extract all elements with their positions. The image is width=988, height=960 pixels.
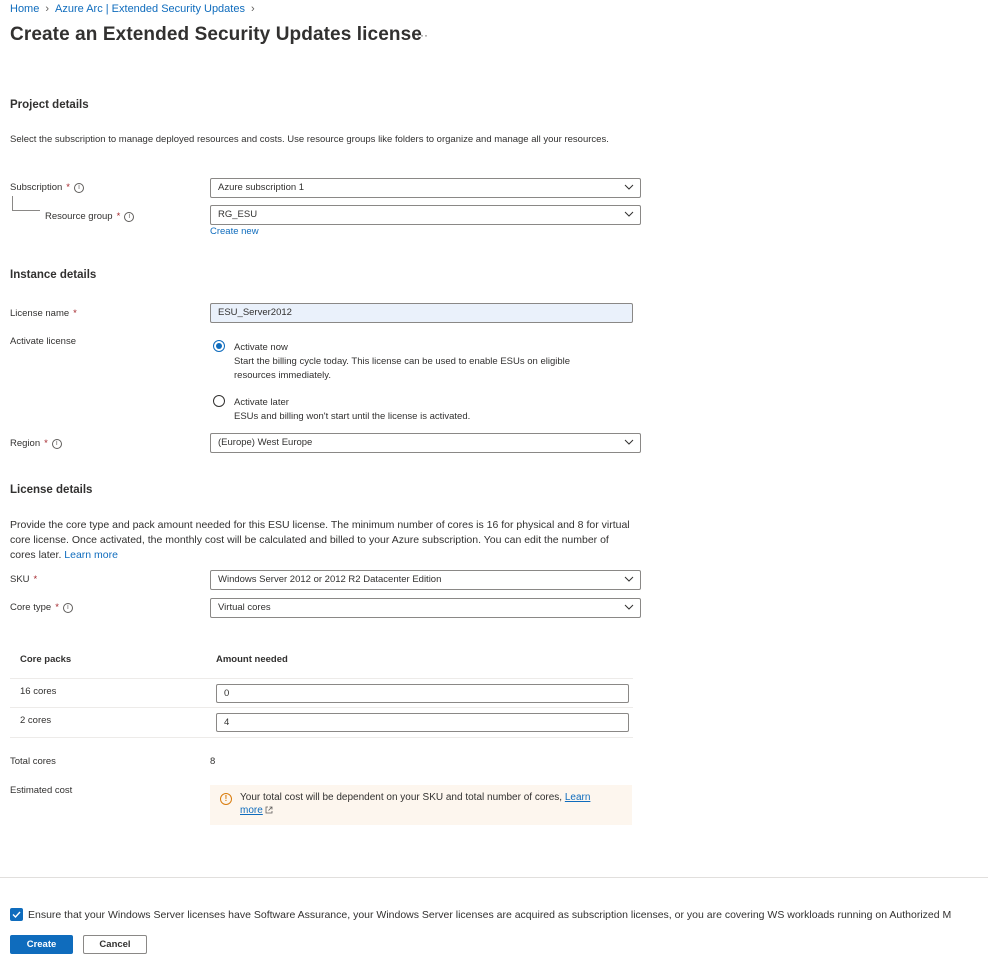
amount-input-2-cores[interactable]: 4 — [216, 713, 629, 732]
breadcrumb-parent-link[interactable]: Azure Arc | Extended Security Updates — [55, 3, 245, 15]
resource-group-label-text: Resource group — [45, 211, 113, 222]
required-marker: * — [33, 574, 38, 585]
create-new-link[interactable]: Create new — [210, 226, 259, 237]
core-type-value: Virtual cores — [218, 602, 271, 613]
project-details-heading: Project details — [10, 99, 89, 111]
chevron-right-icon: › — [250, 3, 255, 15]
chevron-right-icon: › — [45, 3, 50, 15]
core-pack-name: 16 cores — [20, 686, 57, 697]
info-icon[interactable]: i — [124, 211, 135, 222]
license-name-label-text: License name — [10, 308, 70, 319]
learn-more-link[interactable]: Learn more — [64, 549, 118, 561]
column-header-core-packs: Core packs — [20, 654, 72, 665]
required-marker: * — [44, 438, 48, 449]
warning-icon: ! — [220, 793, 232, 805]
chevron-down-icon — [624, 576, 634, 582]
total-cores-value: 8 — [210, 756, 216, 767]
estimated-cost-note: ! Your total cost will be dependent on y… — [210, 785, 632, 825]
project-details-description: Select the subscription to manage deploy… — [10, 134, 609, 145]
instance-details-heading: Instance details — [10, 269, 97, 281]
table-header-row: Core packs Amount needed — [10, 641, 633, 679]
core-type-label-text: Core type — [10, 602, 52, 613]
license-details-description: Provide the core type and pack amount ne… — [10, 518, 635, 563]
license-details-heading: License details — [10, 484, 93, 496]
estimated-cost-text: Your total cost will be dependent on you… — [240, 792, 563, 803]
activate-later-title: Activate later — [234, 397, 289, 408]
license-name-label: License name * — [10, 308, 77, 319]
info-icon[interactable]: i — [51, 438, 62, 449]
license-name-input[interactable]: ESU_Server2012 — [210, 303, 633, 323]
resource-group-dropdown[interactable]: RG_ESU — [210, 205, 641, 225]
software-assurance-label: Ensure that your Windows Server licenses… — [28, 909, 952, 921]
subscription-label-text: Subscription — [10, 182, 63, 193]
core-type-dropdown[interactable]: Virtual cores — [210, 598, 641, 618]
sku-label: SKU * — [10, 574, 37, 585]
activate-now-description: Start the billing cycle today. This lice… — [234, 356, 571, 381]
required-marker: * — [116, 211, 121, 222]
more-options-button[interactable]: ··· — [416, 28, 428, 42]
breadcrumb-home-link[interactable]: Home — [10, 3, 39, 15]
activate-later-radio[interactable] — [213, 395, 225, 407]
page-title: Create an Extended Security Updates lice… — [10, 24, 422, 45]
region-label-text: Region — [10, 438, 41, 449]
sku-value: Windows Server 2012 or 2012 R2 Datacente… — [218, 574, 442, 585]
core-type-label: Core type * i — [10, 602, 73, 613]
chevron-down-icon — [624, 211, 634, 217]
activate-now-radio[interactable] — [213, 340, 225, 352]
chevron-down-icon — [624, 184, 634, 190]
chevron-down-icon — [624, 439, 634, 445]
activate-license-label: Activate license — [10, 336, 77, 347]
external-link-icon — [265, 806, 273, 814]
region-label: Region * i — [10, 438, 62, 449]
resource-group-label: Resource group * i — [45, 211, 135, 222]
sku-dropdown[interactable]: Windows Server 2012 or 2012 R2 Datacente… — [210, 570, 641, 590]
activate-now-title: Activate now — [234, 342, 288, 353]
tree-connector — [12, 196, 40, 211]
info-icon[interactable]: i — [62, 602, 73, 613]
estimated-cost-message: Your total cost will be dependent on you… — [240, 791, 600, 817]
activate-later-description: ESUs and billing won't start until the l… — [234, 411, 471, 422]
subscription-value: Azure subscription 1 — [218, 182, 305, 193]
create-button[interactable]: Create — [10, 935, 73, 954]
checkmark-icon — [12, 911, 21, 919]
footer-divider — [0, 877, 988, 878]
region-dropdown[interactable]: (Europe) West Europe — [210, 433, 641, 453]
subscription-label: Subscription * i — [10, 182, 84, 193]
cancel-button[interactable]: Cancel — [83, 935, 147, 954]
breadcrumb: Home › Azure Arc | Extended Security Upd… — [10, 3, 255, 15]
software-assurance-checkbox[interactable] — [10, 908, 23, 921]
column-header-amount: Amount needed — [216, 654, 288, 665]
sku-label-text: SKU — [10, 574, 30, 585]
chevron-down-icon — [624, 604, 634, 610]
subscription-dropdown[interactable]: Azure subscription 1 — [210, 178, 641, 198]
required-marker: * — [73, 308, 77, 319]
total-cores-label: Total cores — [10, 756, 56, 767]
required-marker: * — [55, 602, 59, 613]
estimated-cost-label: Estimated cost — [10, 785, 73, 796]
amount-input-16-cores[interactable]: 0 — [216, 684, 629, 703]
region-value: (Europe) West Europe — [218, 437, 313, 448]
required-marker: * — [66, 182, 70, 193]
info-icon[interactable]: i — [73, 182, 84, 193]
core-pack-name: 2 cores — [20, 715, 52, 726]
resource-group-value: RG_ESU — [218, 209, 258, 220]
